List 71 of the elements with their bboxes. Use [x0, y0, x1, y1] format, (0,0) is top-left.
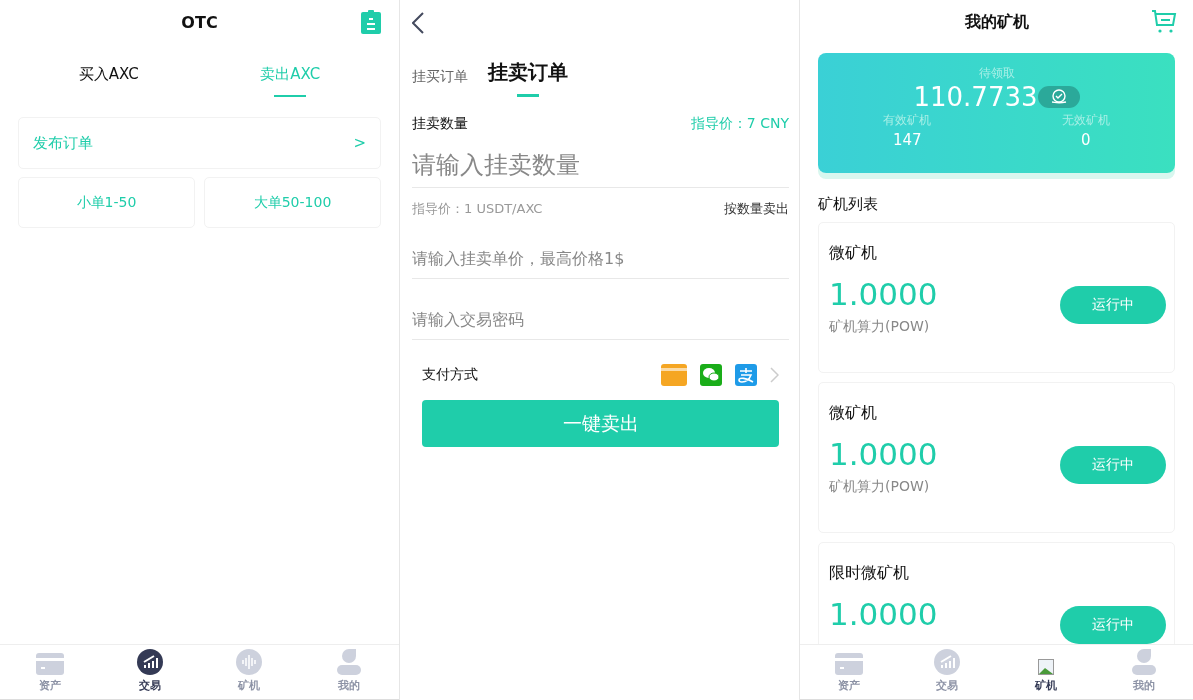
chart-icon [934, 649, 961, 675]
image-icon [1037, 659, 1054, 675]
tab[interactable]: 挂买订单 [412, 68, 468, 86]
nav-label: 交易 [936, 678, 959, 693]
miner-name: 微矿机 [829, 403, 878, 424]
summary-label: 待领取 [978, 65, 1015, 82]
payment-label: 支付方式 [422, 366, 478, 384]
person-icon [337, 649, 362, 675]
sell-button[interactable]: 一键卖出 [422, 400, 779, 447]
unit-price-note: 指导价：1 USDT/AXC [412, 200, 543, 218]
nav-label: 我的 [1132, 678, 1155, 693]
tab[interactable]: 挂卖订单 [488, 59, 568, 86]
chat-bubbles-icon [700, 364, 722, 386]
password-input[interactable]: 请输入交易密码 [412, 299, 789, 340]
nav-label: 矿机 [1034, 678, 1057, 693]
section-title: 矿机列表 [818, 195, 879, 214]
nav-label: 矿机 [238, 678, 261, 693]
chevron-text: > [353, 134, 366, 152]
chart-icon [136, 649, 163, 675]
nav-item[interactable]: 我的 [1094, 645, 1193, 699]
payment-app-icon [735, 364, 757, 386]
miner-name: 限时微矿机 [829, 563, 910, 584]
stat-value: 147 [892, 131, 922, 149]
miner-name: 微矿机 [829, 243, 878, 264]
nav-item[interactable]: 资产 [0, 645, 100, 699]
order-size-button[interactable]: 小单1-50 [18, 177, 195, 228]
nav-item[interactable]: 我的 [299, 645, 399, 699]
bank-card-icon [661, 364, 687, 386]
card-icon [835, 653, 864, 675]
tab[interactable]: 卖出AXC [260, 62, 321, 87]
hand-check-icon [1049, 89, 1068, 105]
person-icon [1131, 649, 1156, 675]
miner-subtitle: 矿机算力(POW) [829, 478, 931, 496]
stat-value: 0 [1080, 131, 1091, 149]
nav-item[interactable]: 资产 [800, 645, 899, 699]
miner-rate: 1.0000 [829, 436, 938, 472]
cart-icon[interactable] [1151, 10, 1177, 34]
nav-label: 资产 [838, 678, 861, 693]
nav-label: 资产 [38, 678, 61, 693]
nav-label: 我的 [338, 678, 361, 693]
miner-rate: 1.0000 [829, 276, 938, 312]
guide-price: 指导价：7 CNY [690, 115, 789, 133]
back-icon[interactable] [412, 11, 424, 34]
tab[interactable]: 买入AXC [78, 62, 139, 87]
nav-item[interactable]: 矿机 [199, 645, 300, 699]
status-button[interactable]: 运行中 [1060, 605, 1166, 644]
nav-item[interactable]: 交易 [898, 645, 997, 699]
status-button[interactable]: 运行中 [1060, 285, 1166, 324]
sell-by-quantity-link[interactable]: 按数量卖出 [724, 200, 789, 218]
nav-label: 交易 [138, 678, 161, 693]
nav-item[interactable]: 矿机 [996, 645, 1095, 699]
sound-wave-icon [236, 649, 263, 675]
clipboard-icon[interactable] [361, 10, 381, 34]
claim-button[interactable] [1037, 86, 1080, 108]
quantity-input[interactable]: 请输入挂卖数量 [412, 143, 789, 188]
stat-label: 无效矿机 [1061, 112, 1110, 129]
publish-order-label: 发布订单 [33, 133, 93, 153]
miner-subtitle: 矿机算力(POW) [829, 318, 931, 336]
pending-amount: 110.7733 [913, 82, 1038, 112]
stat-label: 有效矿机 [883, 112, 932, 129]
status-button[interactable]: 运行中 [1060, 445, 1166, 484]
field-label: 挂卖数量 [412, 115, 468, 133]
screen-title: OTC [181, 13, 218, 32]
card-icon [35, 653, 64, 675]
screen-title: 我的矿机 [964, 12, 1029, 33]
order-size-button[interactable]: 大单50-100 [204, 177, 381, 228]
price-input[interactable]: 请输入挂卖单价，最高价格1$ [412, 238, 789, 279]
chevron-right-icon[interactable] [770, 367, 779, 383]
miner-rate: 1.0000 [829, 596, 938, 632]
nav-item[interactable]: 交易 [99, 645, 200, 699]
publish-order-row[interactable]: 发布订单 > [18, 117, 381, 169]
